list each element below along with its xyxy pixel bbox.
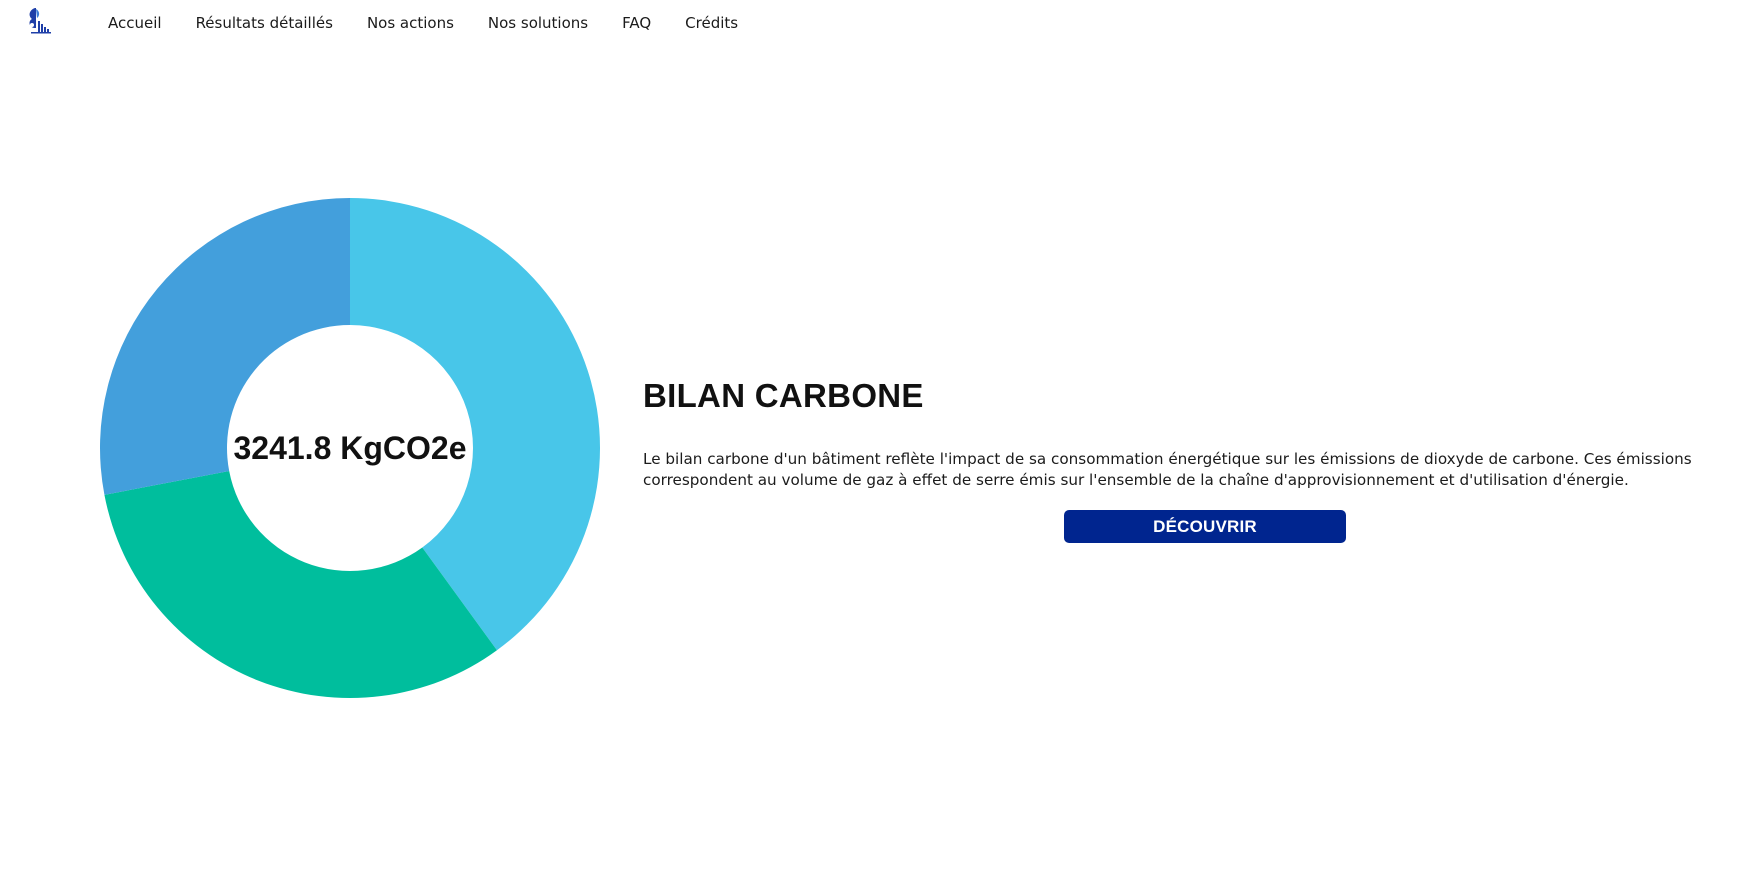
section-description: Le bilan carbone d'un bâtiment reflète l… (643, 450, 1692, 489)
donut-slice-2[interactable] (104, 471, 497, 698)
carbon-donut-chart: 3241.8 KgCO2e (100, 198, 600, 698)
nav-item-accueil[interactable]: Accueil (108, 12, 162, 34)
top-navbar: Accueil Résultats détaillés Nos actions … (0, 0, 1760, 46)
nav-item-resultats-detailles[interactable]: Résultats détaillés (196, 12, 333, 34)
nav-item-credits[interactable]: Crédits (685, 12, 738, 34)
nav-item-nos-actions[interactable]: Nos actions (367, 12, 454, 34)
decouvrir-button[interactable]: DÉCOUVRIR (1064, 510, 1346, 543)
donut-slice-3[interactable] (100, 198, 350, 495)
donut-svg (100, 198, 600, 698)
nav-item-faq[interactable]: FAQ (622, 12, 651, 34)
bilan-carbone-section: BILAN CARBONE Le bilan carbone d'un bâti… (643, 376, 1723, 543)
nav-item-nos-solutions[interactable]: Nos solutions (488, 12, 588, 34)
nav-links: Accueil Résultats détaillés Nos actions … (108, 12, 738, 34)
section-title: BILAN CARBONE (643, 377, 924, 414)
building-leaf-logo-icon[interactable] (26, 6, 54, 36)
